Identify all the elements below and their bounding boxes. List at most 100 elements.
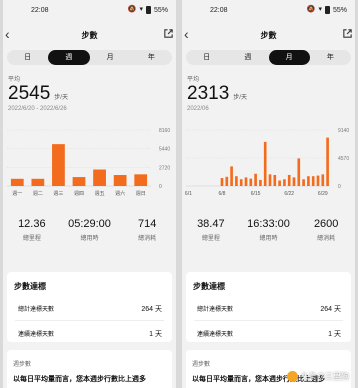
y-tick-label: 8160 [159,128,170,134]
bar [268,174,272,186]
app-bar: ‹ 步數 [182,22,355,48]
tab-month[interactable]: 月 [268,50,310,65]
y-tick-label: 0 [338,184,341,190]
x-tick-label: 6/29 [318,191,328,197]
y-tick-label: 5440 [159,147,170,153]
bar [134,174,148,186]
tab-year[interactable]: 年 [310,50,351,65]
status-time: 22:08 [31,7,49,14]
stat-value: 12.36 [18,218,46,230]
status-bar: 22:08 🔕 ▾ 55% [182,0,355,22]
watermark-logo-icon [286,371,298,382]
goal-total-value: 264 天 [141,306,162,313]
tab-year[interactable]: 年 [131,50,172,65]
x-tick-label: 6/22 [284,191,294,197]
goal-card-title: 步數達標 [14,282,46,291]
goal-total-label: 總計達標天數 [197,307,234,313]
battery-percent: 55% [153,6,168,14]
divider [15,320,164,321]
summary-card: 週步數 以每日平均量而言，您本週步行數比上週多 [186,350,351,388]
y-tick-label: 4570 [338,156,349,162]
goal-card-title: 步數達標 [193,282,225,291]
battery-percent: 55% [332,6,347,14]
bar [72,177,86,186]
watermark: 头条@三里狗 [286,371,349,382]
average-unit: 步/天 [233,95,247,101]
average-steps: 2545 [8,83,51,104]
y-tick-label: 0 [159,184,162,190]
stat-duration: 05:29:00 總用時 [61,218,119,248]
x-tick-label: 週六 [115,190,125,197]
bar [283,179,286,186]
status-icons: 🔕 ▾ 55% [128,6,168,14]
page-title: 步數 [260,31,277,40]
goal-total-value: 264 天 [320,306,341,313]
goal-streak-row: 連續達標天數 1 天 [7,329,172,339]
bar [254,173,257,186]
bar [263,141,267,186]
x-tick-label: 週二 [33,190,43,197]
average-unit: 步/天 [54,95,68,101]
summary-label: 週步數 [13,362,32,368]
stats-row: 12.36 總里程 05:29:00 總用時 714 總消耗 [3,218,176,248]
x-tick-label: 週一 [12,190,22,197]
stat-label: 總消耗 [138,236,157,242]
bar [278,180,281,186]
tab-day[interactable]: 日 [186,50,227,65]
mute-icon: 🔕 [306,6,316,13]
bar [259,179,262,186]
x-tick-label: 週三 [53,190,63,197]
tab-month[interactable]: 月 [90,50,131,65]
bar [10,178,24,186]
x-tick-label: 週四 [74,190,84,197]
average-label: 平均 [187,77,200,83]
tab-week[interactable]: 週 [227,50,268,65]
weekly-steps-screen: 22:08 🔕 ▾ 55% ‹ 步數 日 週 月 年 平均 2545 步/天 2… [3,0,176,388]
stat-label: 總里程 [22,236,41,242]
stat-calories: 2600 總消耗 [297,218,355,248]
share-icon[interactable] [342,28,353,39]
bar [244,177,248,186]
monthly-steps-screen: 22:08 🔕 ▾ 55% ‹ 步數 日 週 月 年 平均 2313 步/天 2… [182,0,355,388]
bar [302,179,305,186]
bar [230,166,233,186]
average-steps: 2313 [187,83,230,104]
tab-week[interactable]: 週 [48,50,90,65]
stat-label: 總用時 [259,236,278,242]
page-title: 步數 [81,31,98,40]
status-icons: 🔕 ▾ 55% [307,6,347,14]
status-bar: 22:08 🔕 ▾ 55% [3,0,176,22]
bar [292,177,296,186]
watermark-text: 头条@三里狗 [300,372,349,381]
bar [307,176,310,186]
bar [249,178,253,186]
stat-value: 2600 [313,218,339,230]
goal-streak-label: 連續達標天數 [197,332,234,338]
stat-label: 總里程 [201,236,220,242]
stat-calories: 714 總消耗 [118,218,176,248]
stat-value: 714 [138,218,157,230]
bar [52,144,65,186]
share-icon[interactable] [163,28,174,39]
y-tick-label: 9140 [338,128,349,134]
weekly-steps-chart: 8160 5440 2720 0 週一 週二 週三 週四 週五 週六 週日 [3,126,176,210]
bar [297,158,301,186]
average-row: 2545 步/天 [8,83,176,105]
status-time: 22:08 [210,7,228,14]
summary-message: 以每日平均量而言，您本週步行數比上週多 [13,376,146,383]
summary-label: 週步數 [192,362,211,368]
bar [113,175,127,186]
tab-day[interactable]: 日 [7,50,48,65]
period-tabs: 日 週 月 年 [186,50,351,65]
x-tick-label: 週五 [95,190,105,197]
goal-streak-row: 連續達標天數 1 天 [186,329,351,339]
bar [326,137,329,186]
battery-icon [145,6,151,14]
summary-card: 週步數 以每日平均量而言，您本週步行數比上週多 [7,350,172,388]
monthly-steps-chart: 9140 4570 0 6/1 6/8 6/15 6/22 6/29 [182,126,355,210]
average-label: 平均 [8,77,21,83]
stat-distance: 38.47 總里程 [182,218,240,248]
stat-value: 16:33:00 [247,218,290,230]
bar [31,178,45,186]
goal-streak-value: 1 天 [149,331,162,338]
